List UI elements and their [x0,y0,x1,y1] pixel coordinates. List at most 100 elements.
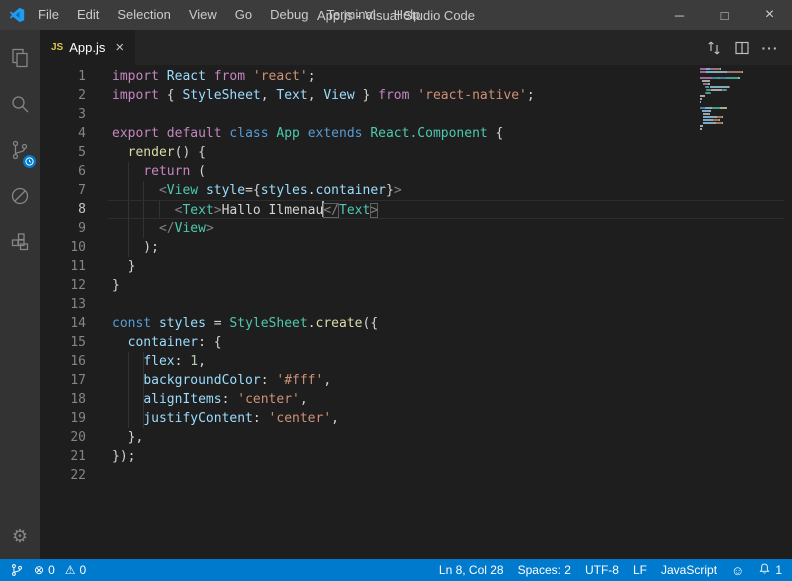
code-line[interactable]: 3 [40,105,792,124]
code-editor[interactable]: 1import React from 'react';2import { Sty… [40,65,792,559]
code-line[interactable]: 4export default class App extends React.… [40,124,792,143]
code-line[interactable]: 1import React from 'react'; [40,67,792,86]
line-number: 7 [40,181,86,200]
menu-selection[interactable]: Selection [108,0,179,30]
minimap-token [742,71,743,73]
bell-icon [758,562,771,578]
line-number: 21 [40,447,86,466]
code-line[interactable]: 15 container: { [40,333,792,352]
code-token: Text [182,203,213,218]
tab-close-icon[interactable]: × [115,39,124,56]
debug-icon[interactable] [0,173,40,219]
minimap-token [700,125,703,127]
close-button[interactable]: × [747,0,792,30]
git-branch-icon[interactable] [10,563,24,577]
code-line[interactable]: 12} [40,276,792,295]
code-line[interactable]: 19 justifyContent: 'center', [40,409,792,428]
vscode-logo-icon [9,7,25,23]
code-line[interactable]: 21}); [40,447,792,466]
indentation-setting[interactable]: Spaces: 2 [518,563,571,577]
code-line[interactable]: 8 <Text>Hallo Ilmenau</Text> [40,200,792,219]
code-token: App [276,126,307,141]
code-line[interactable]: 22 [40,466,792,485]
editor-actions: ··· [700,30,792,65]
search-icon[interactable] [0,81,40,127]
code-token: . [308,183,316,198]
menu-go[interactable]: Go [226,0,261,30]
code-line[interactable]: 18 alignItems: 'center', [40,390,792,409]
code-token: , [198,354,206,369]
error-count[interactable]: ⊗ 0 [34,563,55,577]
language-mode[interactable]: JavaScript [661,563,717,577]
code-line[interactable]: 6 return ( [40,162,792,181]
code-line[interactable]: 14const styles = StyleSheet.create({ [40,314,792,333]
code-line[interactable]: 5 render() { [40,143,792,162]
minimize-button[interactable]: ─ [657,0,702,30]
line-number: 15 [40,333,86,352]
minimap-token [708,83,710,85]
code-token: View [323,88,354,103]
code-token: StyleSheet [182,88,260,103]
cursor-position[interactable]: Ln 8, Col 28 [439,563,504,577]
menu-view[interactable]: View [180,0,226,30]
code-token: . [308,316,316,331]
line-number: 8 [40,200,86,219]
minimap[interactable] [700,68,750,134]
menu-debug[interactable]: Debug [261,0,317,30]
eol-setting[interactable]: LF [633,563,647,577]
code-lines: 1import React from 'react';2import { Sty… [40,67,792,485]
code-token [112,164,143,179]
code-token: : { [198,335,221,350]
line-number: 3 [40,105,86,124]
code-token: styles [261,183,308,198]
menu-file[interactable]: File [29,0,68,30]
code-line[interactable]: 2import { StyleSheet, Text, View } from … [40,86,792,105]
open-changes-icon[interactable] [700,30,728,65]
minimap-token [703,119,711,121]
source-control-icon[interactable] [0,127,40,173]
code-line[interactable]: 9 </View> [40,219,792,238]
tab-appjs[interactable]: JS App.js × [40,30,135,65]
feedback-smiley-icon[interactable]: ☺ [731,563,744,578]
code-token: create [316,316,363,331]
code-token: return [143,164,190,179]
notifications-bell[interactable]: 1 [758,562,782,578]
code-line[interactable]: 16 flex: 1, [40,352,792,371]
code-token: import [112,88,167,103]
code-token: container [316,183,386,198]
minimap-token [720,68,721,70]
more-actions-icon[interactable]: ··· [756,30,784,65]
settings-gear-icon[interactable]: ⚙ [0,519,40,553]
split-editor-icon[interactable] [728,30,756,65]
code-line[interactable]: 17 backgroundColor: '#fff', [40,371,792,390]
minimap-token [721,86,728,88]
minimap-token [711,89,721,91]
code-token [112,145,128,160]
code-token: container [128,335,198,350]
warning-count[interactable]: ⚠ 0 [65,563,86,577]
code-line[interactable]: 13 [40,295,792,314]
code-token: : [222,392,238,407]
code-token: : [253,411,269,426]
code-line[interactable]: 11 } [40,257,792,276]
code-token: 'react-native' [417,88,527,103]
error-count-value: 0 [48,563,55,577]
explorer-icon[interactable] [0,35,40,81]
code-token [112,335,128,350]
code-line[interactable]: 10 ); [40,238,792,257]
minimap-token [706,80,709,82]
encoding-setting[interactable]: UTF-8 [585,563,619,577]
code-token: > [214,203,222,218]
line-number: 14 [40,314,86,333]
code-token: from [378,88,417,103]
menu-edit[interactable]: Edit [68,0,108,30]
tab-bar: JS App.js × [40,30,792,65]
code-line[interactable]: 20 }, [40,428,792,447]
code-token: Hallo Ilmenau [222,203,324,218]
code-token: </ [159,221,175,236]
code-token: from [214,69,253,84]
maximize-button[interactable]: □ [702,0,747,30]
code-line[interactable]: 7 <View style={styles.container}> [40,181,792,200]
extensions-icon[interactable] [0,219,40,265]
code-token: : [175,354,191,369]
